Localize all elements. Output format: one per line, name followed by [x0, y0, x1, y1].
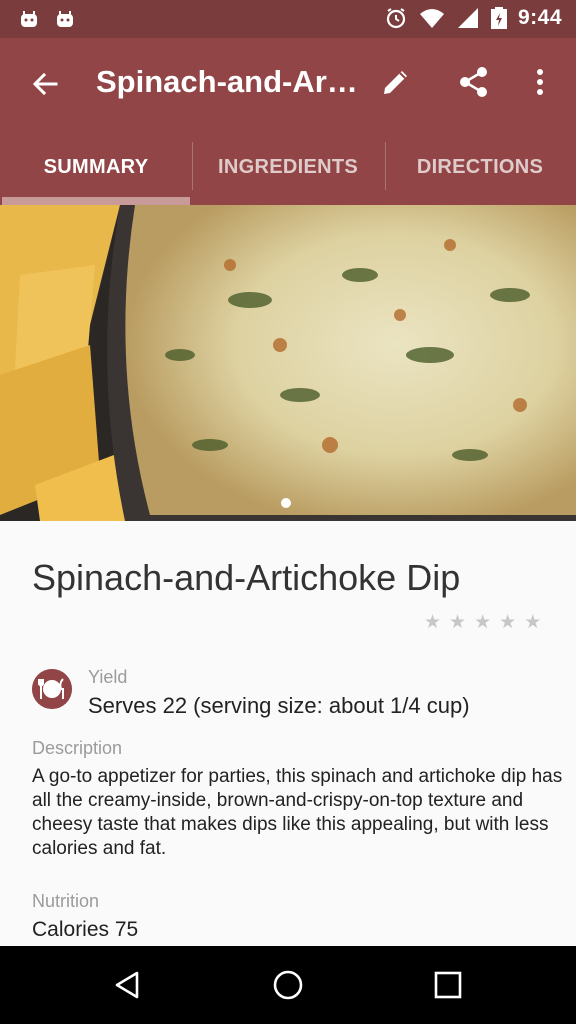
description-text: A go-to appetizer for parties, this spin… [32, 766, 563, 859]
nav-back-icon[interactable] [110, 968, 144, 1002]
android-icon [21, 11, 37, 27]
edit-icon[interactable] [378, 64, 414, 100]
page-title: Spinach-and-Artichoke Dip [96, 64, 366, 99]
battery-icon [490, 7, 507, 29]
star-icon[interactable]: ★ [449, 611, 466, 634]
tab-ingredients[interactable]: INGREDIENTS [192, 130, 384, 205]
star-icon[interactable]: ★ [424, 611, 441, 634]
recipe-title: Spinach-and-Artichoke Dip [32, 557, 461, 598]
share-icon[interactable] [456, 64, 492, 100]
tab-directions[interactable]: DIRECTIONS [384, 130, 576, 205]
rating-stars[interactable]: ★ ★ ★ ★ ★ [424, 611, 541, 634]
description-label: Description [32, 738, 123, 758]
tab-summary[interactable]: SUMMARY [0, 130, 192, 205]
tab-bar: SUMMARY INGREDIENTS DIRECTIONS [0, 130, 576, 205]
pager-indicator [281, 498, 291, 508]
yield-label: Yield [88, 667, 128, 687]
status-bar: 9:44 [0, 0, 576, 38]
calories-value: Calories 75 [32, 918, 139, 941]
system-nav-bar [0, 946, 576, 1024]
alarm-icon [386, 8, 406, 29]
system-icons: 9:44 [384, 6, 562, 30]
star-icon[interactable]: ★ [524, 611, 541, 634]
tab-divider [385, 142, 386, 190]
more-vert-icon[interactable] [528, 64, 552, 100]
tab-divider [192, 142, 193, 190]
nav-home-icon[interactable] [271, 968, 305, 1002]
star-icon[interactable]: ★ [499, 611, 516, 634]
back-icon[interactable] [28, 66, 64, 102]
app-bar: Spinach-and-Artichoke Dip [0, 38, 576, 130]
notification-icons [18, 8, 76, 30]
nutrition-label: Nutrition [32, 891, 100, 911]
signal-icon [457, 8, 478, 28]
wifi-icon [419, 9, 444, 28]
plate-cutlery-icon [32, 669, 72, 709]
summary-content: Spinach-and-Artichoke Dip ★ ★ ★ ★ ★ Yiel… [0, 521, 576, 946]
recipe-photo[interactable] [0, 205, 576, 521]
yield-value: Serves 22 (serving size: about 1/4 cup) [88, 693, 470, 718]
food-image [0, 205, 576, 521]
nav-recents-icon[interactable] [431, 968, 465, 1002]
android-icon [57, 11, 73, 27]
star-icon[interactable]: ★ [474, 611, 491, 634]
clock: 9:44 [517, 6, 562, 29]
